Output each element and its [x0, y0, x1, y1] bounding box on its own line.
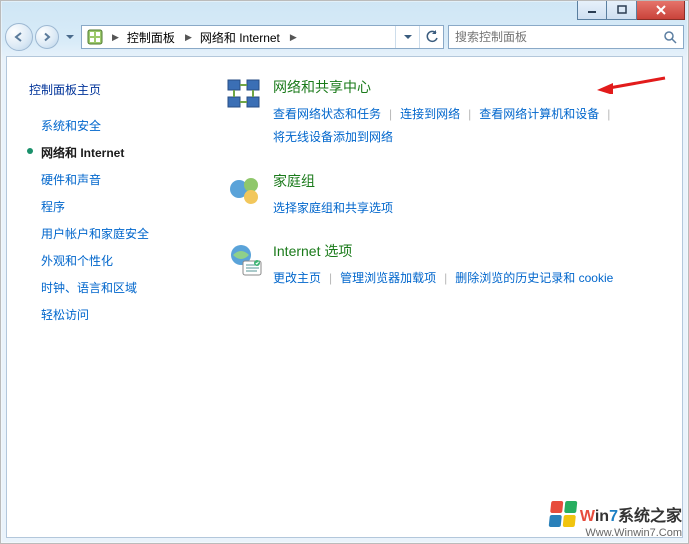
section-network-sharing: 网络和共享中心 查看网络状态和任务|连接到网络|查看网络计算机和设备|将无线设备…: [225, 77, 662, 149]
sidebar-item-system-security[interactable]: 系统和安全: [29, 112, 197, 139]
content-pane: 网络和共享中心 查看网络状态和任务|连接到网络|查看网络计算机和设备|将无线设备…: [207, 57, 682, 537]
task-link[interactable]: 删除浏览的历史记录和 cookie: [455, 271, 613, 285]
search-input[interactable]: [449, 30, 657, 44]
chevron-right-icon[interactable]: ▶: [286, 32, 301, 43]
search-box: [448, 25, 684, 49]
refresh-button[interactable]: [419, 26, 443, 48]
sidebar-item-network-internet[interactable]: 网络和 Internet: [29, 139, 197, 166]
maximize-button[interactable]: [607, 0, 637, 20]
chevron-right-icon[interactable]: ▶: [181, 32, 196, 43]
forward-button[interactable]: [35, 25, 59, 49]
back-arrow-icon: [13, 31, 25, 43]
sidebar-item-clock-language[interactable]: 时钟、语言和区域: [29, 274, 197, 301]
section-homegroup: 家庭组 选择家庭组和共享选项: [225, 171, 662, 220]
minimize-button[interactable]: [577, 0, 607, 20]
back-button[interactable]: [5, 23, 33, 51]
task-link[interactable]: 管理浏览器加载项: [340, 271, 436, 285]
chevron-down-icon: [404, 35, 412, 40]
chevron-right-icon[interactable]: ▶: [108, 32, 123, 43]
task-link[interactable]: 更改主页: [273, 271, 321, 285]
chevron-down-icon: [66, 35, 74, 40]
task-link[interactable]: 连接到网络: [400, 107, 460, 121]
minimize-icon: [587, 5, 597, 15]
refresh-icon: [425, 30, 439, 44]
breadcrumb-item[interactable]: 网络和 Internet: [196, 26, 286, 48]
category-list: 系统和安全 网络和 Internet 硬件和声音 程序 用户帐户和家庭安全 外观…: [29, 112, 197, 328]
task-link[interactable]: 选择家庭组和共享选项: [273, 201, 393, 215]
search-icon: [663, 30, 677, 44]
sidebar-item-programs[interactable]: 程序: [29, 193, 197, 220]
sidebar-item-user-accounts[interactable]: 用户帐户和家庭安全: [29, 220, 197, 247]
client-area: 控制面板主页 系统和安全 网络和 Internet 硬件和声音 程序 用户帐户和…: [6, 56, 683, 538]
task-link[interactable]: 查看网络计算机和设备: [479, 107, 599, 121]
sidebar-item-hardware-sound[interactable]: 硬件和声音: [29, 166, 197, 193]
section-links: 查看网络状态和任务|连接到网络|查看网络计算机和设备|将无线设备添加到网络: [273, 103, 662, 149]
section-title-link[interactable]: 网络和共享中心: [273, 77, 662, 97]
search-button[interactable]: [657, 26, 683, 48]
address-row: ▶ 控制面板 ▶ 网络和 Internet ▶: [1, 21, 688, 53]
control-panel-icon: [86, 28, 104, 46]
task-link[interactable]: 查看网络状态和任务: [273, 107, 381, 121]
control-panel-home-link[interactable]: 控制面板主页: [29, 81, 197, 98]
section-title-link[interactable]: Internet 选项: [273, 241, 662, 261]
maximize-icon: [617, 5, 627, 15]
nav-history-dropdown[interactable]: [63, 28, 77, 46]
titlebar: [1, 1, 688, 21]
internet-options-icon: [225, 241, 265, 281]
caption-buttons: [577, 0, 685, 20]
sidebar: 控制面板主页 系统和安全 网络和 Internet 硬件和声音 程序 用户帐户和…: [7, 57, 207, 537]
section-internet-options: Internet 选项 更改主页|管理浏览器加载项|删除浏览的历史记录和 coo…: [225, 241, 662, 290]
forward-arrow-icon: [42, 32, 52, 42]
section-title-link[interactable]: 家庭组: [273, 171, 662, 191]
address-bar[interactable]: ▶ 控制面板 ▶ 网络和 Internet ▶: [81, 25, 444, 49]
section-links: 更改主页|管理浏览器加载项|删除浏览的历史记录和 cookie: [273, 267, 662, 290]
breadcrumb-item[interactable]: 控制面板: [123, 26, 181, 48]
network-sharing-icon: [225, 77, 265, 117]
task-link[interactable]: 将无线设备添加到网络: [273, 130, 393, 144]
close-icon: [655, 5, 667, 15]
section-links: 选择家庭组和共享选项: [273, 197, 662, 220]
close-button[interactable]: [637, 0, 685, 20]
address-dropdown[interactable]: [395, 26, 419, 48]
window-frame: ▶ 控制面板 ▶ 网络和 Internet ▶ 控制面板主页 系统和安全: [0, 0, 689, 544]
sidebar-item-appearance[interactable]: 外观和个性化: [29, 247, 197, 274]
homegroup-icon: [225, 171, 265, 211]
sidebar-item-ease-of-access[interactable]: 轻松访问: [29, 301, 197, 328]
